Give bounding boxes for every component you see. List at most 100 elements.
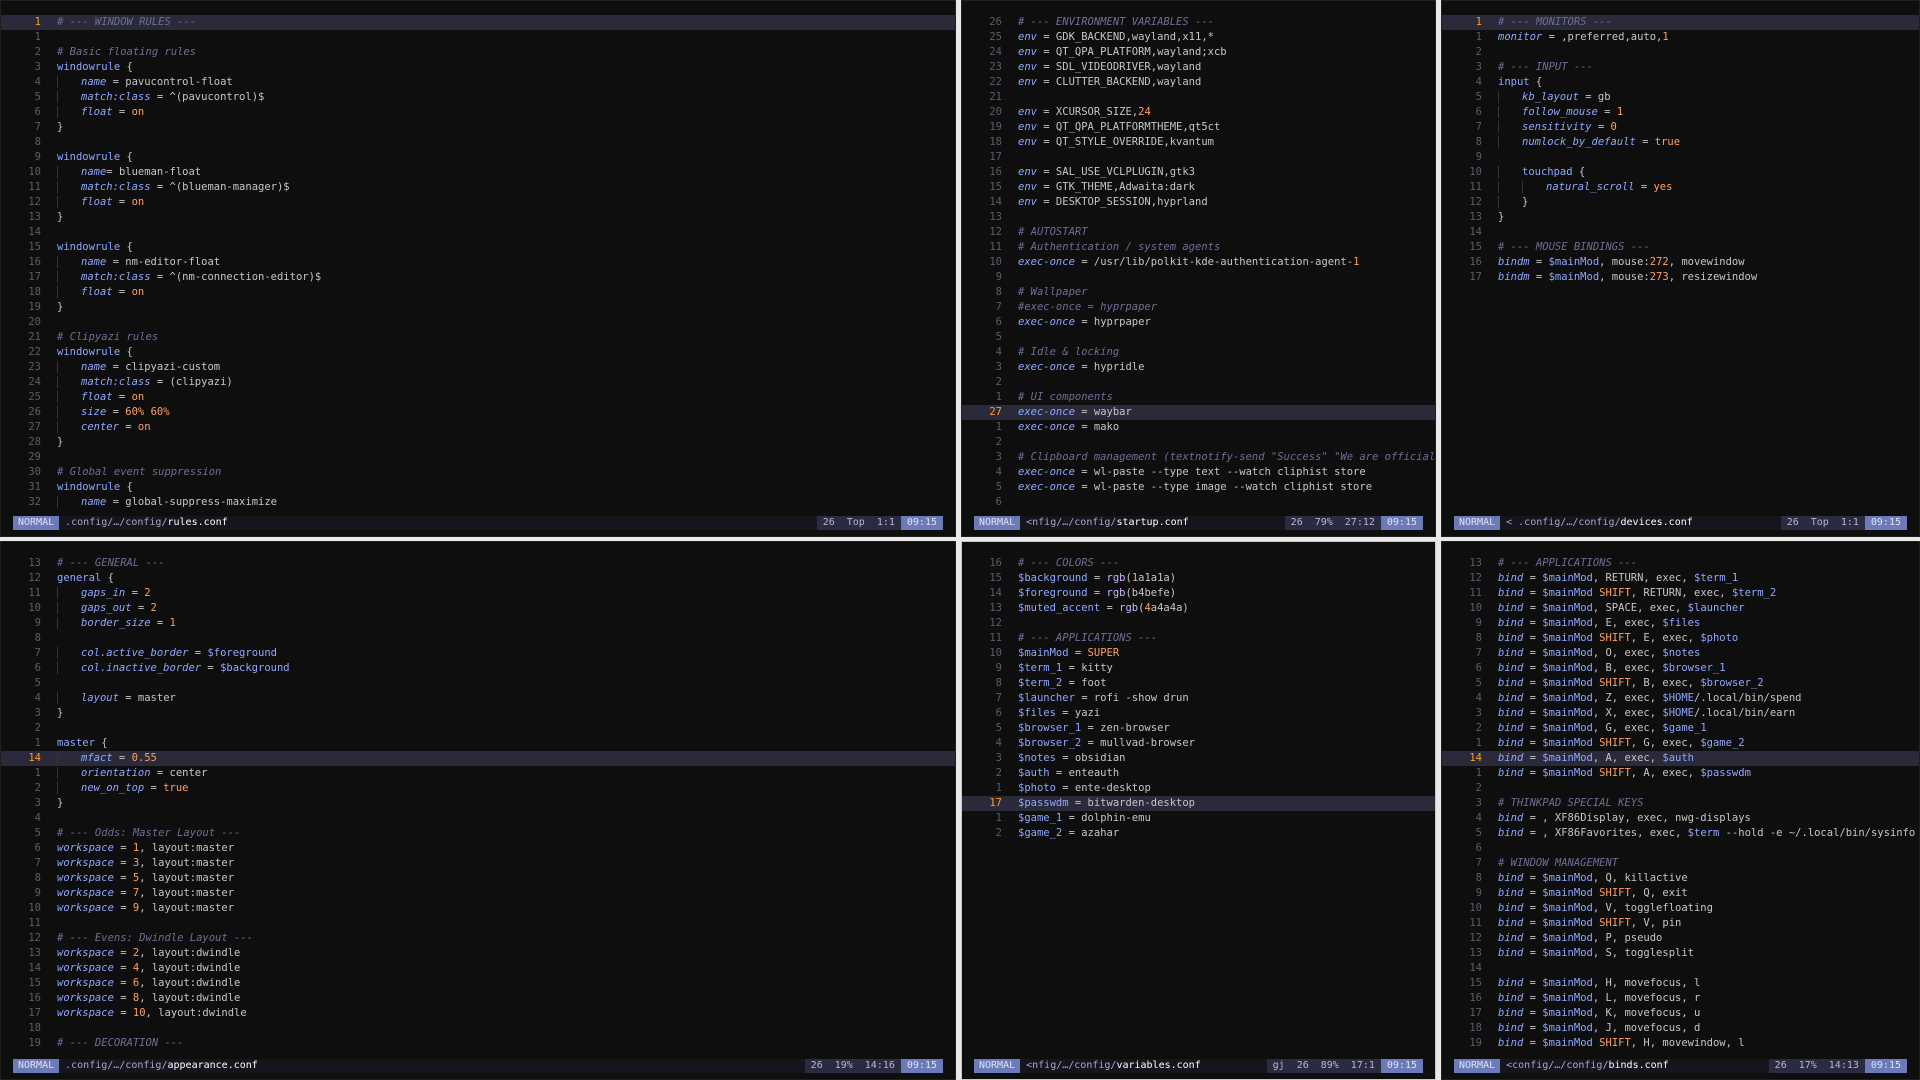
- code-line[interactable]: 12 # --- Evens: Dwindle Layout ---: [1, 931, 955, 946]
- code-line[interactable]: 6: [962, 495, 1435, 510]
- code-line[interactable]: 1: [1, 30, 955, 45]
- code-line[interactable]: 24 match:class = (clipyazi): [1, 375, 955, 390]
- code-line[interactable]: 25 env = GDK_BACKEND,wayland,x11,*: [962, 30, 1435, 45]
- code-line[interactable]: 11: [1, 916, 955, 931]
- code-line[interactable]: 12 bind = $mainMod, RETURN, exec, $term_1: [1442, 571, 1919, 586]
- code-line[interactable]: 5 exec-once = wl-paste --type image --wat…: [962, 480, 1435, 495]
- code-line[interactable]: 9 windowrule {: [1, 150, 955, 165]
- code-line[interactable]: 6 $files = yazi: [962, 706, 1435, 721]
- code-line[interactable]: 23 env = SDL_VIDEODRIVER,wayland: [962, 60, 1435, 75]
- code-line[interactable]: 21 # Clipyazi rules: [1, 330, 955, 345]
- code-line[interactable]: 2: [1442, 45, 1919, 60]
- code-line[interactable]: 16 bindm = $mainMod, mouse:272, movewindo…: [1442, 255, 1919, 270]
- code-line[interactable]: 14 env = DESKTOP_SESSION,hyprland: [962, 195, 1435, 210]
- code-line[interactable]: 7 bind = $mainMod, O, exec, $notes: [1442, 646, 1919, 661]
- code-line[interactable]: 9: [962, 270, 1435, 285]
- code-line[interactable]: 14 bind = $mainMod, A, exec, $auth: [1442, 751, 1919, 766]
- code-line[interactable]: 15 workspace = 6, layout:dwindle: [1, 976, 955, 991]
- code-line[interactable]: 4 $browser_2 = mullvad-browser: [962, 736, 1435, 751]
- code-line[interactable]: 3 # THINKPAD SPECIAL KEYS: [1442, 796, 1919, 811]
- code-line[interactable]: 2 bind = $mainMod, G, exec, $game_1: [1442, 721, 1919, 736]
- code-line[interactable]: 3 windowrule {: [1, 60, 955, 75]
- code-line[interactable]: 5 $browser_1 = zen-browser: [962, 721, 1435, 736]
- code-line[interactable]: 7 col.active_border = $foreground: [1, 646, 955, 661]
- pane-rules[interactable]: 1 # --- WINDOW RULES --- 1 2 # Basic floatin…: [0, 0, 956, 537]
- code-line[interactable]: 4 exec-once = wl-paste --type text --watc…: [962, 465, 1435, 480]
- buffer-binds[interactable]: 13 # --- APPLICATIONS --- 12 bind = $mainMo…: [1442, 556, 1919, 1057]
- code-line[interactable]: 1 bind = $mainMod SHIFT, A, exec, $passwd…: [1442, 766, 1919, 781]
- code-line[interactable]: 7 sensitivity = 0: [1442, 120, 1919, 135]
- code-line[interactable]: 31 windowrule {: [1, 480, 955, 495]
- code-line[interactable]: 14: [1442, 225, 1919, 240]
- code-line[interactable]: 13 # --- GENERAL ---: [1, 556, 955, 571]
- code-line[interactable]: 15 # --- MOUSE BINDINGS ---: [1442, 240, 1919, 255]
- code-line[interactable]: 4: [1, 811, 955, 826]
- code-line[interactable]: 3 bind = $mainMod, X, exec, $HOME/.local/…: [1442, 706, 1919, 721]
- code-line[interactable]: 17 bind = $mainMod, K, movefocus, u: [1442, 1006, 1919, 1021]
- code-line[interactable]: 3 exec-once = hypridle: [962, 360, 1435, 375]
- code-line[interactable]: 19 bind = $mainMod SHIFT, H, movewindow, …: [1442, 1036, 1919, 1051]
- code-line[interactable]: 2 new_on_top = true: [1, 781, 955, 796]
- code-line[interactable]: 3 $notes = obsidian: [962, 751, 1435, 766]
- code-line[interactable]: 8: [1, 135, 955, 150]
- code-line[interactable]: 26 # --- ENVIRONMENT VARIABLES ---: [962, 15, 1435, 30]
- code-line[interactable]: 18 float = on: [1, 285, 955, 300]
- code-line[interactable]: 20: [1, 315, 955, 330]
- pane-startup[interactable]: 26 # --- ENVIRONMENT VARIABLES --- 25 env =…: [961, 0, 1436, 537]
- code-line[interactable]: 10 workspace = 9, layout:master: [1, 901, 955, 916]
- code-line[interactable]: 4 input {: [1442, 75, 1919, 90]
- code-line[interactable]: 20 env = XCURSOR_SIZE,24: [962, 105, 1435, 120]
- code-line[interactable]: 1 monitor = ,preferred,auto,1: [1442, 30, 1919, 45]
- code-line[interactable]: 8 # Wallpaper: [962, 285, 1435, 300]
- code-line[interactable]: 2: [1, 721, 955, 736]
- code-line[interactable]: 10 bind = $mainMod, V, togglefloating: [1442, 901, 1919, 916]
- code-line[interactable]: 2 $auth = enteauth: [962, 766, 1435, 781]
- code-line[interactable]: 7 # WINDOW MANAGEMENT: [1442, 856, 1919, 871]
- code-line[interactable]: 13 workspace = 2, layout:dwindle: [1, 946, 955, 961]
- code-line[interactable]: 8 numlock_by_default = true: [1442, 135, 1919, 150]
- code-line[interactable]: 10 name= blueman-float: [1, 165, 955, 180]
- code-line[interactable]: 7 $launcher = rofi -show drun: [962, 691, 1435, 706]
- code-line[interactable]: 1 exec-once = mako: [962, 420, 1435, 435]
- code-line[interactable]: 14 workspace = 4, layout:dwindle: [1, 961, 955, 976]
- pane-variables[interactable]: 16 # --- COLORS --- 15 $background = rgb(1a…: [961, 541, 1436, 1080]
- code-line[interactable]: 13 # --- APPLICATIONS ---: [1442, 556, 1919, 571]
- pane-binds[interactable]: 13 # --- APPLICATIONS --- 12 bind = $mainMo…: [1441, 541, 1920, 1080]
- code-line[interactable]: 22 env = CLUTTER_BACKEND,wayland: [962, 75, 1435, 90]
- code-line[interactable]: 1 master {: [1, 736, 955, 751]
- code-line[interactable]: 23 name = clipyazi-custom: [1, 360, 955, 375]
- code-line[interactable]: 9 bind = $mainMod SHIFT, Q, exit: [1442, 886, 1919, 901]
- code-line[interactable]: 8 workspace = 5, layout:master: [1, 871, 955, 886]
- code-line[interactable]: 16 bind = $mainMod, L, movefocus, r: [1442, 991, 1919, 1006]
- code-line[interactable]: 3}: [1, 796, 955, 811]
- code-line[interactable]: 13}: [1, 210, 955, 225]
- buffer-startup[interactable]: 26 # --- ENVIRONMENT VARIABLES --- 25 env =…: [962, 15, 1435, 514]
- code-line[interactable]: 1 orientation = center: [1, 766, 955, 781]
- code-line[interactable]: 7}: [1, 120, 955, 135]
- code-line[interactable]: 18 env = QT_STYLE_OVERRIDE,kvantum: [962, 135, 1435, 150]
- code-line[interactable]: 6: [1442, 841, 1919, 856]
- code-line[interactable]: 5 bind = $mainMod SHIFT, B, exec, $browse…: [1442, 676, 1919, 691]
- code-line[interactable]: 7 workspace = 3, layout:master: [1, 856, 955, 871]
- code-line[interactable]: 13: [962, 210, 1435, 225]
- code-line[interactable]: 15 windowrule {: [1, 240, 955, 255]
- code-line[interactable]: 6 bind = $mainMod, B, exec, $browser_1: [1442, 661, 1919, 676]
- code-line[interactable]: 24 env = QT_QPA_PLATFORM,wayland;xcb: [962, 45, 1435, 60]
- code-line[interactable]: 4 # Idle & locking: [962, 345, 1435, 360]
- code-line[interactable]: 12 # AUTOSTART: [962, 225, 1435, 240]
- code-line[interactable]: 16 workspace = 8, layout:dwindle: [1, 991, 955, 1006]
- code-line[interactable]: 10 $mainMod = SUPER: [962, 646, 1435, 661]
- code-line[interactable]: 12 general {: [1, 571, 955, 586]
- buffer-devices[interactable]: 1 # --- MONITORS --- 1 monitor = ,preferred…: [1442, 15, 1919, 514]
- code-line[interactable]: 2 $game_2 = azahar: [962, 826, 1435, 841]
- code-line[interactable]: 3}: [1, 706, 955, 721]
- pane-devices[interactable]: 1 # --- MONITORS --- 1 monitor = ,preferred…: [1441, 0, 1920, 537]
- code-line[interactable]: 10 touchpad {: [1442, 165, 1919, 180]
- code-line[interactable]: 9 bind = $mainMod, E, exec, $files: [1442, 616, 1919, 631]
- code-line[interactable]: 12 bind = $mainMod, P, pseudo: [1442, 931, 1919, 946]
- code-line[interactable]: 12: [962, 616, 1435, 631]
- code-line[interactable]: 12 float = on: [1, 195, 955, 210]
- code-line[interactable]: 16 env = SAL_USE_VCLPLUGIN,gtk3: [962, 165, 1435, 180]
- code-line[interactable]: 27 exec-once = waybar: [962, 405, 1435, 420]
- code-line[interactable]: 15 bind = $mainMod, H, movefocus, l: [1442, 976, 1919, 991]
